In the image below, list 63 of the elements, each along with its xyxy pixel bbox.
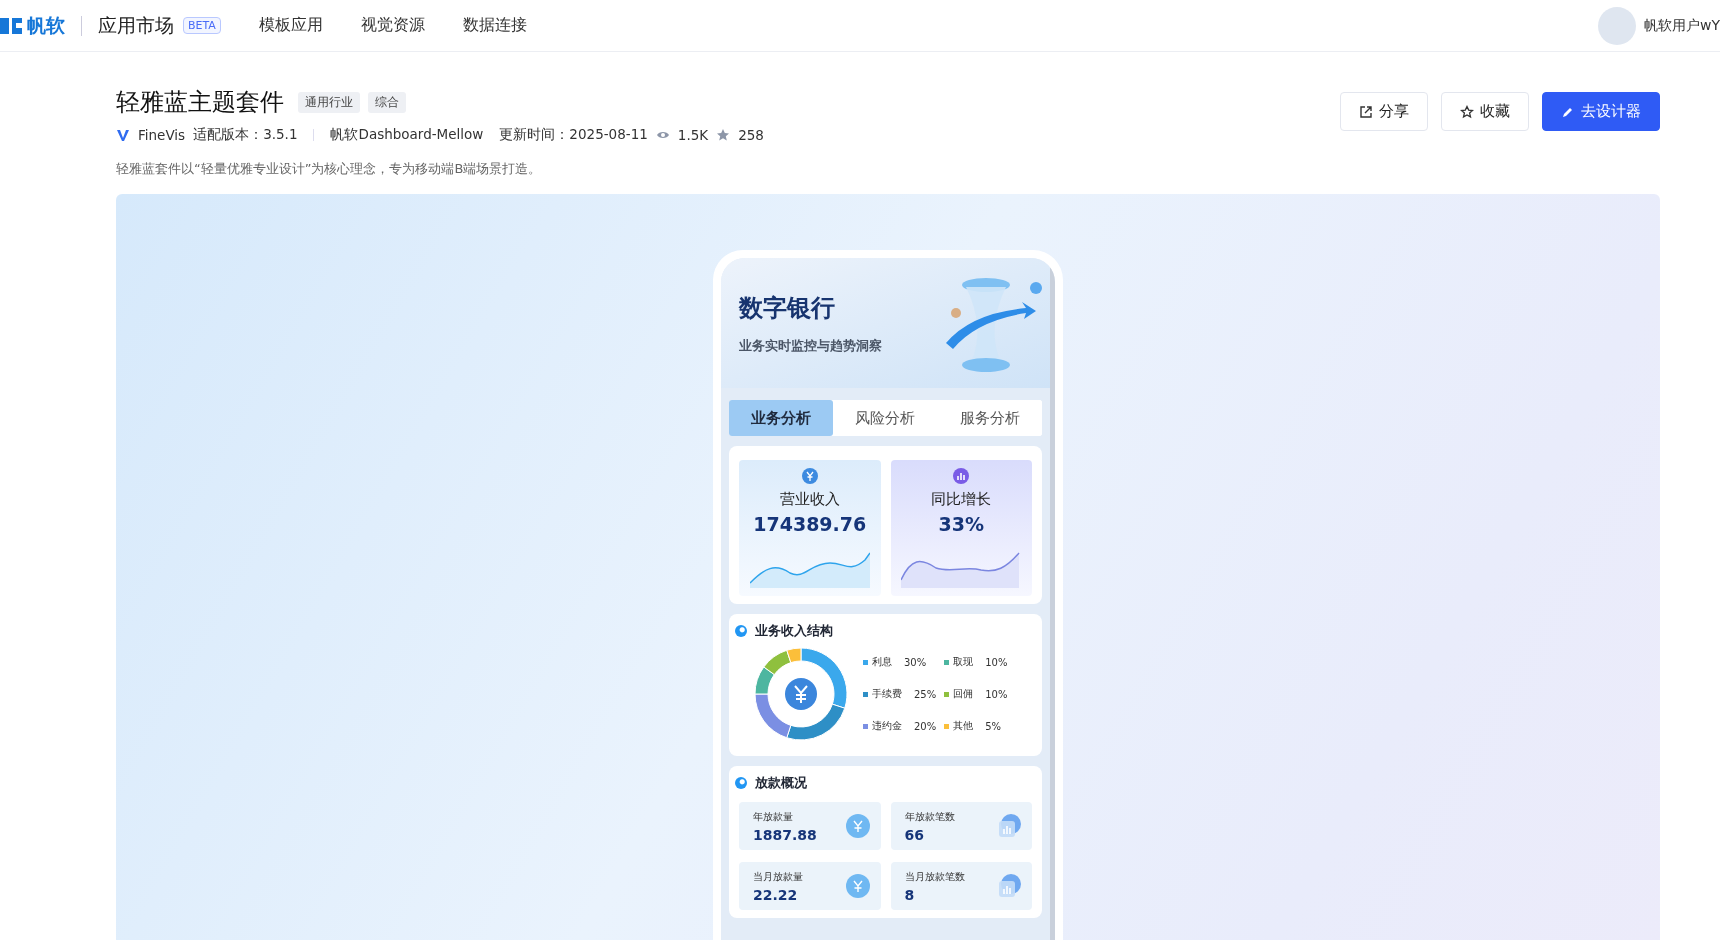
nav-link[interactable]: 模板应用 [258,15,323,36]
section-title: 放款概况 [755,774,807,792]
favorite-count: 258 [738,127,764,143]
kpi-label: 同比增长 [931,490,992,509]
yuan-icon [785,678,817,710]
legend-value: 25% [914,688,937,700]
brand-name: 帆软 [27,12,65,38]
author-name: 帆软Dashboard-Mellow [330,126,484,144]
category-tag: 通用行业 [298,91,360,113]
legend-value: 10% [985,656,1008,668]
kpi-value: 174389.76 [753,513,867,535]
category-tag: 综合 [368,91,406,113]
app-title: 应用市场 [98,12,174,38]
tab[interactable]: 业务分析 [729,400,834,436]
legend-value: 30% [904,656,927,668]
bullet-icon [735,777,747,789]
share-button[interactable]: 分享 [1340,92,1428,131]
loan-value: 8 [904,886,916,903]
loan-label: 年放款量 [753,809,794,824]
bar-chart-icon [996,873,1022,899]
version-text: 适配版本：3.5.1 [193,126,298,144]
legend-label: 取现 [953,655,974,669]
legend-label: 其他 [953,719,974,733]
section-title: 业务收入结构 [755,622,833,640]
star-icon [716,128,731,142]
share-icon [1359,104,1373,119]
product-title: 轻雅蓝主题套件 [116,87,284,118]
loan-label: 当月放款笔数 [904,869,965,884]
loan-value: 22.22 [753,886,799,903]
legend-label: 违约金 [872,719,902,733]
nav-link[interactable]: 视觉资源 [360,15,425,36]
star-icon [1460,104,1474,119]
legend-value: 5% [985,720,1002,732]
app-heading: 数字银行 [739,292,836,324]
bar-chart-icon [953,468,970,484]
yuan-icon [801,468,818,484]
view-count: 1.5K [677,127,709,143]
platform-name: FineVis [138,127,186,143]
bullet-icon [735,625,747,637]
designer-button[interactable]: 去设计器 [1542,92,1660,131]
coin-icon [844,873,871,899]
legend-label: 回佣 [953,687,974,701]
favorite-button[interactable]: 收藏 [1441,92,1529,131]
update-time: 更新时间：2025-08-11 [499,126,648,144]
legend-label: 手续费 [872,687,902,701]
bar-chart-icon [996,813,1022,839]
loan-value: 66 [904,826,925,843]
loan-value: 1887.88 [753,826,817,843]
description: 轻雅蓝套件以“轻量优雅专业设计”为核心理念，专为移动端B端场景打造。 [116,160,543,178]
loan-label: 年放款笔数 [904,809,955,824]
legend-value: 20% [914,720,937,732]
loan-label: 当月放款量 [753,869,803,884]
app-subtitle: 业务实时监控与趋势洞察 [739,337,882,355]
user-name[interactable]: 帆软用户wY [1644,16,1720,35]
kpi-value: 33% [938,513,984,535]
coin-icon [844,813,871,839]
legend-label: 利息 [872,655,892,669]
kpi-label: 营业收入 [779,490,840,509]
v-logo-icon [116,128,130,142]
avatar[interactable] [1598,6,1636,45]
nav-link[interactable]: 数据连接 [462,15,527,36]
beta-badge: BETA [183,17,221,34]
legend-value: 10% [985,688,1008,700]
